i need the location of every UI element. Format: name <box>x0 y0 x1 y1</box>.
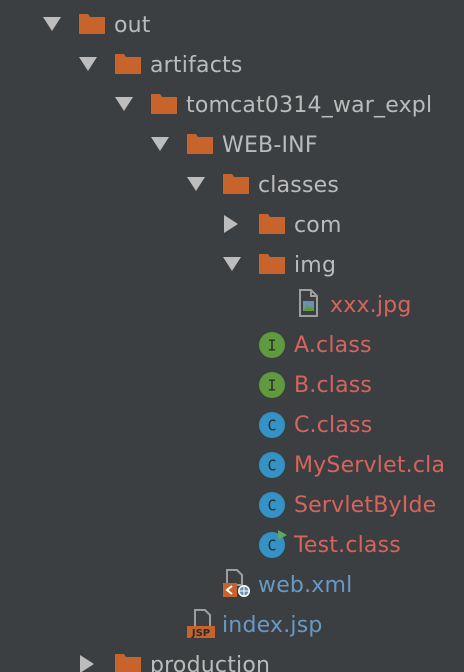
tree-item-index-jsp[interactable]: JSP index.jsp <box>0 604 464 644</box>
expand-arrow-icon[interactable] <box>222 244 244 284</box>
tree-item-servletbyide-class[interactable]: C ServletByIde <box>0 484 464 524</box>
tree-item-label: out <box>114 13 151 38</box>
class-icon-letter: C <box>267 537 276 555</box>
tree-item-label: com <box>294 213 342 238</box>
tree-item-classes[interactable]: classes <box>0 164 464 204</box>
interface-icon: I <box>258 324 286 364</box>
tree-item-label: artifacts <box>150 53 243 78</box>
tree-item-web-xml[interactable]: web.xml <box>0 564 464 604</box>
interface-icon-letter: I <box>267 377 276 395</box>
tree-item-c-class[interactable]: C C.class <box>0 404 464 444</box>
tree-item-label: C.class <box>294 413 373 438</box>
tree-item-com[interactable]: com <box>0 204 464 244</box>
tree-item-label: classes <box>258 173 340 198</box>
tree-item-web-inf[interactable]: WEB-INF <box>0 124 464 164</box>
tree-item-test-class[interactable]: C Test.class <box>0 524 464 564</box>
tree-item-label: A.class <box>294 333 372 358</box>
tree-item-label: index.jsp <box>222 613 323 638</box>
tree-item-label: ServletByIde <box>294 493 437 518</box>
tree-item-label: MyServlet.cla <box>294 453 446 478</box>
expand-arrow-icon[interactable] <box>78 44 100 84</box>
tree-item-artifacts[interactable]: artifacts <box>0 44 464 84</box>
folder-icon <box>150 84 178 124</box>
xml-file-icon <box>222 564 250 604</box>
tree-item-xxx-jpg[interactable]: xxx.jpg <box>0 284 464 324</box>
jsp-icon-text: JSP <box>191 628 210 639</box>
tree-item-label: tomcat0314_war_expl <box>186 93 433 118</box>
class-icon: C <box>258 484 286 524</box>
tree-item-label: xxx.jpg <box>330 293 412 318</box>
folder-icon <box>186 124 214 164</box>
folder-icon <box>114 644 142 672</box>
collapse-arrow-icon[interactable] <box>222 204 244 244</box>
tree-item-myservlet-class[interactable]: C MyServlet.cla <box>0 444 464 484</box>
expand-arrow-icon[interactable] <box>42 4 64 44</box>
tree-item-out[interactable]: out <box>0 4 464 44</box>
folder-icon <box>258 244 286 284</box>
runnable-class-icon: C <box>258 524 287 564</box>
expand-arrow-icon[interactable] <box>186 164 208 204</box>
collapse-arrow-icon[interactable] <box>78 644 100 672</box>
tree-item-production[interactable]: production <box>0 644 464 672</box>
folder-icon <box>258 204 286 244</box>
interface-icon-letter: I <box>267 337 276 355</box>
expand-arrow-icon[interactable] <box>114 84 136 124</box>
class-icon-letter: C <box>267 417 276 435</box>
tree-item-img[interactable]: img <box>0 244 464 284</box>
expand-arrow-icon[interactable] <box>150 124 172 164</box>
tree-item-label: B.class <box>294 373 373 398</box>
tree-item-label: Test.class <box>294 533 401 558</box>
project-tree: out artifacts tomcat0314_war_expl WEB-IN… <box>0 0 464 672</box>
folder-icon <box>222 164 250 204</box>
class-icon-letter: C <box>267 457 276 475</box>
tree-item-tomcat-war-exploded[interactable]: tomcat0314_war_expl <box>0 84 464 124</box>
tree-item-b-class[interactable]: I B.class <box>0 364 464 404</box>
class-icon: C <box>258 404 286 444</box>
tree-item-label: web.xml <box>258 573 353 598</box>
tree-item-label: img <box>294 253 337 278</box>
folder-icon <box>78 4 106 44</box>
tree-item-label: production <box>150 653 271 672</box>
class-icon-letter: C <box>267 497 276 515</box>
tree-item-a-class[interactable]: I A.class <box>0 324 464 364</box>
folder-icon <box>114 44 142 84</box>
class-icon: C <box>258 444 286 484</box>
image-file-icon <box>296 284 324 324</box>
tree-item-label: WEB-INF <box>222 133 318 158</box>
interface-icon: I <box>258 364 286 404</box>
jsp-file-icon: JSP <box>186 604 215 644</box>
